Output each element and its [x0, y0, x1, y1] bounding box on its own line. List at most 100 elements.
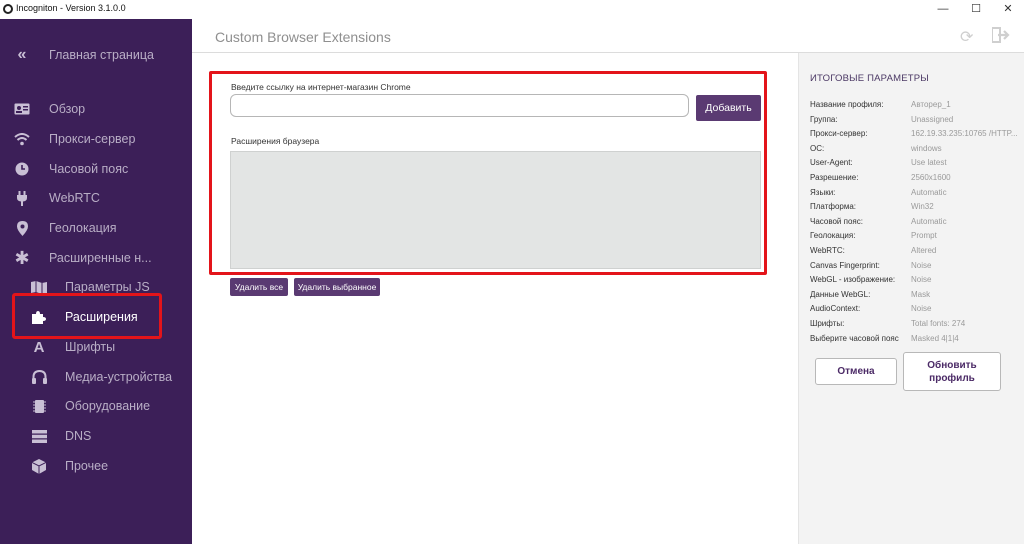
id-card-icon — [14, 101, 30, 117]
sidebar-item-dns[interactable]: DNS — [0, 422, 192, 450]
sidebar-item-label: Прокси-сервер — [49, 132, 136, 146]
clock-icon — [14, 161, 30, 177]
summary-row-value: Total fonts: 274 — [911, 319, 966, 328]
summary-row-key: Данные WebGL: — [810, 289, 871, 299]
font-icon: A — [33, 338, 45, 356]
summary-row: AudioContext: Noise — [799, 304, 1024, 318]
summary-row-value: Altered — [911, 246, 937, 255]
sidebar-item-media-devices[interactable]: Медиа-устройства — [0, 363, 192, 391]
asterisk-icon: ✱ — [14, 247, 30, 268]
summary-row-value: Unassigned — [911, 114, 954, 124]
summary-row-value: Mask — [911, 289, 931, 299]
highlight-frame-sidebar — [12, 293, 162, 339]
summary-row: Разрешение: 2560x1600 — [799, 173, 1024, 187]
sidebar-item-label: Параметры JS — [65, 280, 150, 294]
plug-icon — [14, 190, 30, 206]
sidebar-home-label: Главная страница — [49, 48, 154, 62]
summary-row-key: Название профиля: — [810, 100, 884, 109]
maximize-button[interactable]: ☐ — [969, 2, 983, 16]
sidebar-item-geolocation[interactable]: Геолокация — [0, 214, 192, 242]
app-logo-icon — [3, 4, 13, 14]
window-title: Incogniton - Version 3.1.0.0 — [16, 3, 126, 13]
summary-row: Геолокация: Prompt — [799, 231, 1024, 245]
delete-all-button[interactable]: Удалить все — [230, 278, 288, 296]
cancel-button[interactable]: Отмена — [815, 358, 897, 385]
summary-row-value: Noise — [911, 275, 932, 285]
summary-row-key: Прокси-сервер: — [810, 129, 868, 139]
summary-row-value: Noise — [911, 304, 932, 314]
summary-row: WebGL - изображение: Noise — [799, 275, 1024, 289]
store-link-label: Введите ссылку на интернет-магазин Chrom… — [231, 82, 411, 92]
summary-row-key: Выберите часовой пояс — [810, 333, 899, 343]
summary-row-key: Canvas Fingerprint: — [810, 260, 880, 270]
summary-row-key: User-Agent: — [810, 158, 853, 168]
sidebar-item-advanced[interactable]: ✱ Расширенные н... — [0, 244, 192, 272]
sidebar-home[interactable]: « Главная страница — [0, 41, 192, 69]
summary-row: Шрифты: Total fonts: 274 — [799, 319, 1024, 333]
add-button[interactable]: Добавить — [696, 95, 761, 121]
summary-row-value: windows — [911, 143, 942, 153]
summary-row-key: WebGL - изображение: — [810, 275, 896, 285]
sidebar-item-label: Медиа-устройства — [65, 370, 173, 384]
summary-row-key: WebRTC: — [810, 246, 845, 255]
summary-row-value: Automatic — [911, 187, 947, 197]
sidebar-item-label: Расширенные н... — [49, 251, 152, 265]
close-button[interactable]: ✕ — [1001, 2, 1015, 16]
summary-row: ОС: windows — [799, 144, 1024, 158]
page-title: Custom Browser Extensions — [215, 29, 391, 45]
summary-row-key: ОС: — [810, 143, 825, 153]
sidebar-item-proxy[interactable]: Прокси-сервер — [0, 125, 192, 153]
sidebar-item-label: Шрифты — [65, 340, 116, 354]
summary-row-value: Win32 — [911, 202, 934, 212]
summary-panel: ИТОГОВЫЕ ПАРАМЕТРЫ Название профиля: Авто… — [798, 53, 1024, 544]
refresh-icon[interactable]: ⟳ — [960, 27, 973, 47]
summary-row-value: Masked 4|1|4 — [911, 333, 959, 343]
sidebar-item-webrtc[interactable]: WebRTC — [0, 184, 192, 212]
sidebar-item-other[interactable]: Прочее — [0, 452, 192, 480]
summary-row-value: Noise — [911, 260, 932, 270]
sidebar-item-label: Оборудование — [65, 399, 151, 413]
summary-row: User-Agent: Use latest — [799, 158, 1024, 172]
summary-row: WebRTC: Altered — [799, 246, 1024, 260]
summary-row: Выберите часовой пояс Masked 4|1|4 — [799, 334, 1024, 348]
summary-row: Название профиля: Авторер_1 — [799, 100, 1024, 114]
sidebar-item-hardware[interactable]: Оборудование — [0, 392, 192, 420]
headphones-icon — [31, 369, 47, 385]
summary-row-key: Группа: — [810, 114, 838, 124]
summary-row: Часовой пояс: Automatic — [799, 217, 1024, 231]
summary-row-key: Часовой пояс: — [810, 216, 863, 226]
minimize-button[interactable]: — — [936, 2, 950, 16]
collapse-icon[interactable]: « — [14, 46, 30, 63]
sidebar-item-timezone[interactable]: Часовой пояс — [0, 155, 192, 183]
summary-row: Группа: Unassigned — [799, 115, 1024, 129]
summary-row-key: Платформа: — [810, 202, 857, 212]
summary-row-key: Шрифты: — [810, 319, 845, 328]
extensions-list[interactable] — [230, 151, 761, 269]
sidebar-item-label: DNS — [65, 429, 92, 443]
sidebar-item-label: WebRTC — [49, 191, 100, 205]
store-link-input[interactable] — [230, 94, 689, 117]
summary-row-value: Авторер_1 — [911, 100, 951, 109]
summary-row-key: Разрешение: — [810, 173, 859, 182]
sidebar-item-label: Геолокация — [49, 221, 117, 235]
cube-icon — [31, 458, 47, 474]
sidebar-item-label: Обзор — [49, 102, 86, 116]
summary-row-value: Automatic — [911, 216, 947, 226]
summary-row: Данные WebGL: Mask — [799, 290, 1024, 304]
delete-selected-button[interactable]: Удалить выбранное — [294, 278, 380, 296]
summary-title: ИТОГОВЫЕ ПАРАМЕТРЫ — [810, 73, 929, 84]
wifi-icon — [14, 131, 30, 147]
summary-row-value: 162.19.33.235:10765 /HTTP... — [911, 129, 1018, 139]
summary-row-value: Use latest — [911, 158, 947, 168]
summary-row-key: AudioContext: — [810, 304, 861, 314]
logout-icon[interactable] — [991, 27, 1010, 48]
summary-row-value: Prompt — [911, 231, 937, 241]
extensions-label: Расширения браузера — [231, 136, 320, 146]
sidebar-item-label: Прочее — [65, 459, 109, 473]
map-pin-icon — [14, 220, 30, 236]
summary-row-key: Языки: — [810, 187, 836, 197]
server-icon — [31, 428, 47, 444]
update-profile-button[interactable]: Обновить профиль — [903, 352, 1001, 391]
sidebar-item-overview[interactable]: Обзор — [0, 95, 192, 123]
summary-row: Языки: Automatic — [799, 188, 1024, 202]
